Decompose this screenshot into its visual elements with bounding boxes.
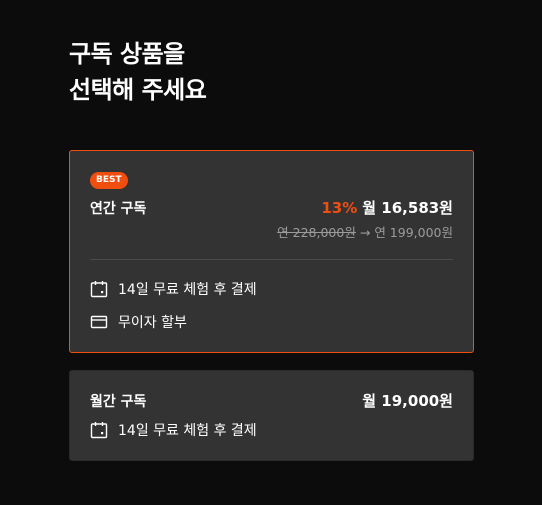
feature-label: 무이자 할부 — [118, 315, 187, 331]
yearly-price-comparison: 연 228,000원 → 연 199,000원 — [277, 222, 453, 241]
annual-plan-card[interactable]: BEST 연간 구독 13% 월 16,583원 연 228,000원 → 연 199… — [69, 150, 474, 353]
page-title-line-2: 선택해 주세요 — [69, 76, 207, 104]
feature-item: 무이자 할부 — [90, 312, 187, 332]
page-title: 구독 상품을 선택해 주세요 — [69, 36, 207, 108]
subscription-page: 구독 상품을 선택해 주세요 BEST 연간 구독 13% 월 16,583원 연… — [0, 0, 542, 505]
feature-item: 14일 무료 체험 후 결제 — [90, 279, 257, 299]
page-title-line-1: 구독 상품을 — [69, 40, 185, 68]
monthly-plan-card[interactable]: 월간 구독 월 19,000원 14일 무료 체험 후 결제 — [69, 370, 474, 461]
feature-item: 14일 무료 체험 후 결제 — [90, 420, 257, 440]
calendar-icon — [90, 422, 108, 439]
feature-label: 14일 무료 체험 후 결제 — [118, 423, 257, 439]
arrow-right-icon: → — [359, 225, 371, 240]
discounted-price: 연 199,000원 — [374, 225, 453, 240]
plan-name: 연간 구독 — [90, 201, 147, 217]
calendar-icon — [90, 281, 108, 298]
original-price: 연 228,000원 — [277, 225, 356, 240]
plan-name: 월간 구독 — [90, 394, 147, 410]
feature-label: 14일 무료 체험 후 결제 — [118, 282, 257, 298]
plan-price: 13% 월 16,583원 — [321, 197, 453, 218]
best-badge: BEST — [90, 172, 128, 189]
monthly-price: 월 16,583원 — [362, 199, 453, 217]
plan-price: 월 19,000원 — [362, 392, 453, 410]
discount-rate: 13% — [321, 199, 358, 217]
divider — [90, 259, 453, 260]
credit-card-icon — [90, 315, 108, 329]
